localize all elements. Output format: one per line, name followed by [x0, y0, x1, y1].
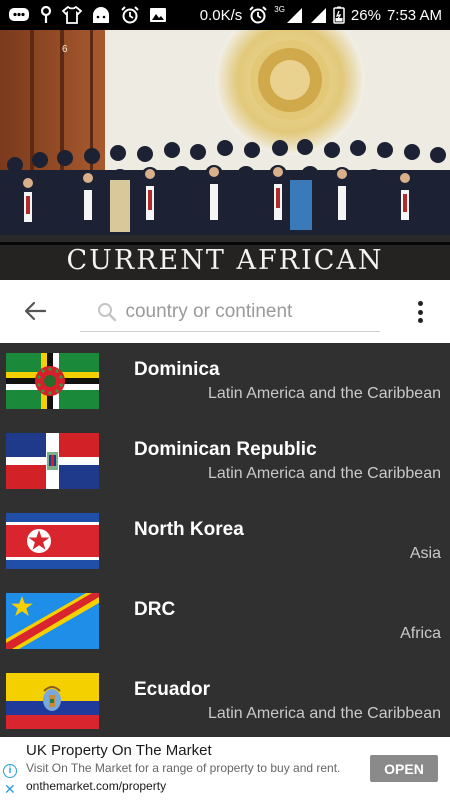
- signal-icon: [310, 8, 326, 23]
- country-name: Ecuador: [134, 679, 211, 700]
- status-bar: 0.0K/s 3G 26% 7:53 AM: [0, 0, 450, 30]
- ad-info-icon[interactable]: i: [3, 764, 17, 778]
- search-toolbar: [0, 280, 450, 343]
- status-indicators: 0.0K/s 3G 26% 7:53 AM: [199, 4, 442, 24]
- signal-icon: [286, 8, 302, 23]
- ad-close-icon[interactable]: ✕: [4, 781, 16, 798]
- list-item-dominican-republic[interactable]: Dominican Republic Latin America and the…: [0, 423, 450, 503]
- list-item-drc[interactable]: DRC Africa: [0, 583, 450, 663]
- alarm-icon: [249, 6, 267, 24]
- network-speed: 0.0K/s: [199, 6, 243, 24]
- ad-title[interactable]: UK Property On The Market: [26, 742, 212, 759]
- overflow-menu-button[interactable]: [410, 298, 430, 326]
- ad-open-button[interactable]: OPEN: [370, 755, 438, 782]
- room-number: 6: [62, 44, 68, 55]
- drc-flag: [6, 593, 99, 649]
- list-item-north-korea[interactable]: North Korea Asia: [0, 503, 450, 583]
- clock: 7:53 AM: [386, 6, 442, 24]
- country-region: Latin America and the Caribbean: [207, 705, 441, 722]
- country-region: Africa: [400, 625, 441, 642]
- notification-icons: [8, 6, 167, 24]
- ad-banner[interactable]: i ✕ UK Property On The Market Visit On T…: [0, 737, 450, 800]
- country-name: Dominican Republic: [134, 439, 317, 460]
- more-vert-icon: [417, 301, 423, 306]
- dominica-flag: [6, 353, 99, 409]
- chat-icon: [9, 8, 29, 21]
- image-icon: [150, 8, 166, 22]
- north-korea-flag: [6, 513, 99, 569]
- country-name: North Korea: [134, 519, 244, 540]
- country-region: Asia: [409, 545, 441, 562]
- dominican-republic-flag: [6, 433, 99, 489]
- shirt-icon: [62, 6, 82, 24]
- ecuador-flag: [6, 673, 99, 729]
- header-banner: 6 CURRENT AFRICAN: [0, 30, 450, 280]
- android-icon: [93, 7, 109, 23]
- country-region: Latin America and the Caribbean: [207, 465, 441, 482]
- search-icon: [94, 299, 119, 325]
- list-item-ecuador[interactable]: Ecuador Latin America and the Caribbean: [0, 663, 450, 737]
- banner-title: CURRENT AFRICAN LEADERS: [0, 242, 450, 280]
- battery-icon: [333, 6, 345, 24]
- list-item-dominica[interactable]: Dominica Latin America and the Caribbean: [0, 343, 450, 423]
- country-name: DRC: [134, 599, 176, 620]
- hook-icon: [40, 6, 52, 23]
- alarm-icon: [121, 6, 139, 24]
- search-input[interactable]: [125, 300, 380, 323]
- arrow-left-icon: [24, 301, 47, 321]
- country-name: Dominica: [134, 359, 220, 380]
- country-region: Latin America and the Caribbean: [207, 385, 441, 402]
- back-button[interactable]: [18, 296, 52, 326]
- country-list: Dominica Latin America and the Caribbean…: [0, 343, 450, 737]
- ad-url[interactable]: onthemarket.com/property: [26, 779, 166, 793]
- battery-level: 26%: [350, 6, 381, 24]
- search-field[interactable]: [80, 292, 380, 332]
- network-type: 3G: [274, 4, 285, 14]
- ad-description: Visit On The Market for a range of prope…: [26, 761, 341, 775]
